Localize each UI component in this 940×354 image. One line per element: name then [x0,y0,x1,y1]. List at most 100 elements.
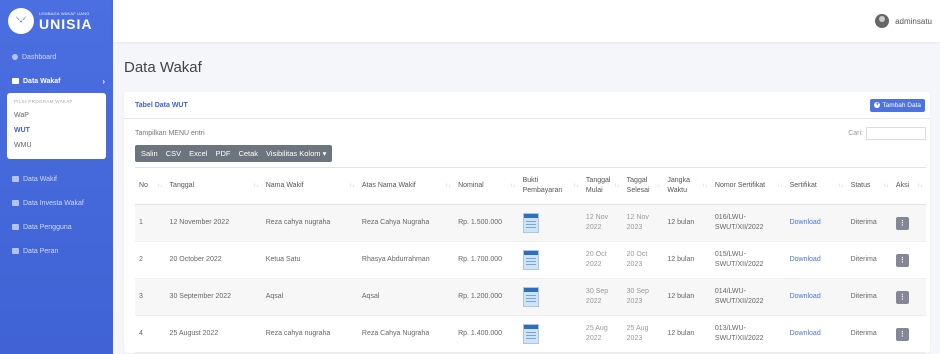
sidebar-item-label: Data Peran [23,247,59,255]
cell-status: Diterima [846,204,892,242]
col-no[interactable]: No ↑↓ [135,167,166,205]
folder-icon [12,176,19,182]
table-head: No ↑↓ Tanggal ↑↓ Nama Wakif ↑↓ Atas Nama Wa… [135,167,926,205]
cell-nominal: Rp. 1.400.000 [454,315,519,353]
submenu: PILIH PROGRAM WAKAF WaP WUT WMU [7,93,106,159]
cell-atas-nama: Aqsal [357,278,455,316]
col-sertifikat[interactable]: Sertifikat ↑↓ [785,167,847,205]
payment-proof-thumbnail[interactable] [522,287,539,307]
download-link[interactable]: Download [790,293,821,300]
sort-icon: ↑↓ [837,183,844,189]
col-aksi[interactable]: Aksi ↑↓ [891,167,926,205]
show-entries-label: Tampilkan MENU entri [135,129,205,137]
print-button[interactable]: Cetak [234,145,262,162]
cell-aksi: ⋮ [891,204,926,242]
submenu-container: PILIH PROGRAM WAKAF WaP WUT WMU [0,93,113,159]
topbar: adminsatu [113,0,940,42]
folder-icon [12,248,19,254]
action-menu-button[interactable]: ⋮ [895,290,909,304]
search-label: Cari: [848,129,863,137]
sort-icon: ↑↓ [613,183,620,189]
download-link[interactable]: Download [790,330,821,337]
col-tanggal[interactable]: Tanggal ↑↓ [165,167,262,205]
col-status[interactable]: Status ↑↓ [846,167,892,205]
submenu-heading: PILIH PROGRAM WAKAF [14,99,73,104]
cell-bukti [518,278,582,316]
download-link[interactable]: Download [790,256,821,263]
sidebar-item-label: Data Wakif [23,175,57,183]
cell-atas-nama: Rhasya Abdurrahman [357,241,455,279]
sidebar-item-data-wakif[interactable]: Data Wakif [0,167,113,191]
sidebar-item-data-investa-wakaf[interactable]: Data Investa Wakaf [0,191,113,215]
col-jangka-waktu[interactable]: Jangka Waktu ↑↓ [663,167,711,205]
copy-button[interactable]: Salin [135,145,162,162]
search-input[interactable] [866,126,926,140]
sidebar-item-dashboard[interactable]: Dashboard [0,45,113,69]
export-button-group: Salin CSV Excel PDF Cetak Visibilitas Ko… [135,145,333,162]
cell-status: Diterima [846,278,892,316]
sort-icon: ↑↓ [701,183,708,189]
sort-icon: ↑↓ [252,183,259,189]
payment-proof-thumbnail[interactable] [522,213,539,233]
table-header-row: No ↑↓ Tanggal ↑↓ Nama Wakif ↑↓ Atas Nama Wa… [135,167,926,205]
folder-icon [12,200,19,206]
col-bukti-pembayaran[interactable]: Bukti Pembayaran ↑↓ [518,167,582,205]
sidebar-item-data-peran[interactable]: Data Peran [0,239,113,263]
cell-nama-wakif: Aqsal [261,278,358,316]
col-tanggal-selesai[interactable]: Taggal Selesai ↑↓ [622,167,664,205]
col-atas-nama-wakif[interactable]: Atas Nama Wakif ↑↓ [357,167,455,205]
cell-nama-wakif: Reza cahya nugraha [261,204,358,242]
cell-nominal: Rp. 1.200.000 [454,278,519,316]
col-nominal[interactable]: Nominal ↑↓ [454,167,519,205]
pdf-button[interactable]: PDF [211,145,234,162]
sidebar-item-data-pengguna[interactable]: Data Pengguna [0,215,113,239]
avatar [875,14,890,28]
cell-mulai: 30 Sep 2022 [581,278,623,316]
username: adminsatu [895,16,932,26]
col-nomor-sertifikat[interactable]: Nomor Sertifikat ↑↓ [710,167,786,205]
action-menu-button[interactable]: ⋮ [895,327,909,341]
sort-icon: ↑↓ [156,183,163,189]
brand-text: LEMBAGA WAKAF UANG UNISIA [39,11,92,31]
user-menu[interactable]: adminsatu [875,14,932,28]
submenu-item-wap[interactable]: WaP [7,108,106,123]
payment-proof-thumbnail[interactable] [522,324,539,344]
csv-button[interactable]: CSV [162,145,185,162]
cell-nominal: Rp. 1.700.000 [454,241,519,279]
col-label: No [139,182,148,189]
col-nama-wakif[interactable]: Nama Wakif ↑↓ [261,167,358,205]
payment-proof-thumbnail[interactable] [522,250,539,270]
sidebar-item-data-wakaf[interactable]: Data Wakaf › [0,69,113,93]
col-label: Tanggal [169,182,195,189]
col-label: Sertifikat [789,182,817,189]
cell-nomor: 014/LWU-SWUT/XII/2022 [710,278,786,316]
table-row: 4 25 August 2022 Reza cahya nugraha Reza… [135,315,926,353]
submenu-item-wut[interactable]: WUT [7,123,106,138]
folder-icon [12,224,19,230]
action-menu-button[interactable]: ⋮ [895,253,909,267]
sort-icon: ↑↓ [776,183,783,189]
submenu-item-wmu[interactable]: WMU [7,138,106,153]
cell-no: 4 [135,315,166,353]
excel-button[interactable]: Excel [185,145,211,162]
cell-bukti [518,204,582,242]
data-card: Tabel Data WUT + Tambah Data Tampilkan M… [124,92,930,353]
download-link[interactable]: Download [790,219,821,226]
add-data-button[interactable]: + Tambah Data [870,98,925,112]
brand-logo-icon [8,8,34,34]
cell-tanggal: 12 November 2022 [165,204,262,242]
brand[interactable]: LEMBAGA WAKAF UANG UNISIA [0,0,113,42]
cell-jangka: 12 bulan [663,278,711,316]
sort-icon: ↑↓ [654,183,661,189]
cell-selesai: 12 Nov 2023 [622,204,664,242]
cell-jangka: 12 bulan [663,315,711,353]
cell-sertifikat: Download [785,315,847,353]
main-content: Data Wakaf Tabel Data WUT + Tambah Data … [113,42,940,354]
column-visibility-button[interactable]: Visibilitas Kolom ▾ [262,145,332,162]
table-row: 1 12 November 2022 Reza cahya nugraha Re… [135,204,926,242]
cell-no: 3 [135,278,166,316]
action-menu-button[interactable]: ⋮ [895,216,909,230]
col-tanggal-mulai[interactable]: Tanggal Mulai ↑↓ [581,167,623,205]
sidebar-item-label: Dashboard [22,53,57,61]
cell-mulai: 20 Oct 2022 [581,241,623,279]
